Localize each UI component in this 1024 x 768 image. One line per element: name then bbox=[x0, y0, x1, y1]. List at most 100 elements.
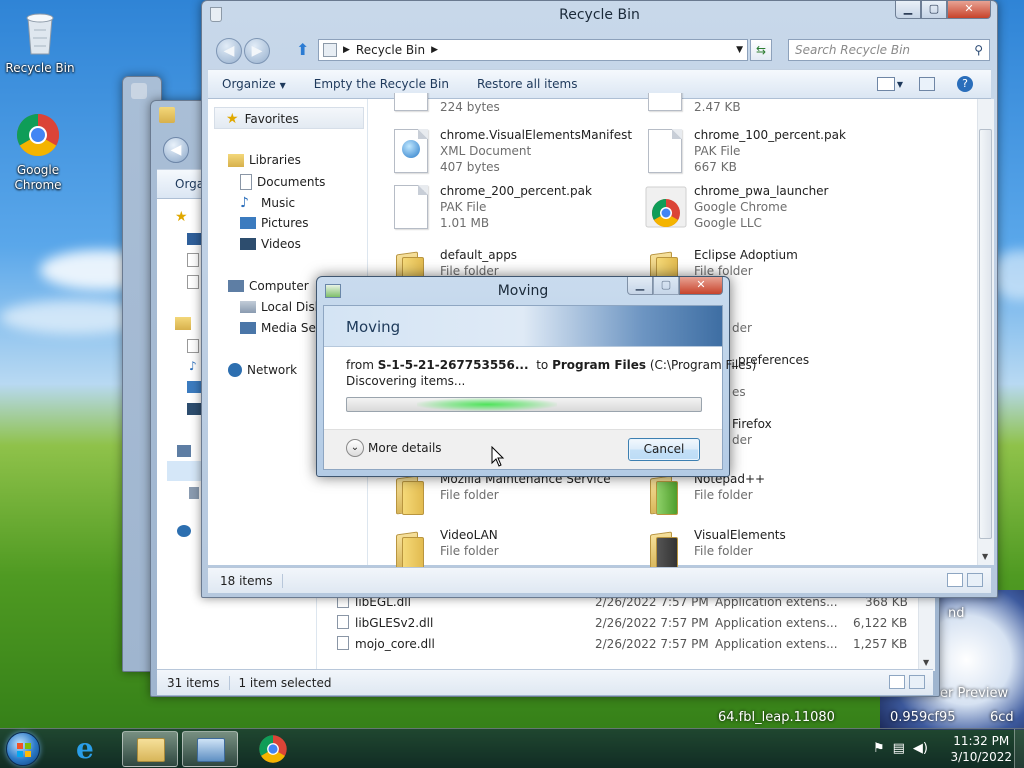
refresh-button[interactable]: ⇆ bbox=[750, 39, 772, 61]
watermark-line3: 0.959cf95 bbox=[890, 710, 956, 725]
scroll-down-arrow[interactable]: ▼ bbox=[982, 552, 988, 561]
network-icon bbox=[177, 525, 191, 537]
windows-logo-icon bbox=[17, 743, 31, 757]
empty-recycle-bin-button[interactable]: Empty the Recycle Bin bbox=[300, 77, 463, 91]
list-item[interactable]: chrome_100_percent.pak PAK File 667 KB bbox=[644, 127, 894, 179]
chevron-down-icon[interactable]: ▼ bbox=[897, 80, 903, 89]
watermark-line2: 64.fbl_leap.11080 bbox=[718, 710, 835, 725]
taskbar-chrome[interactable] bbox=[246, 731, 302, 767]
tiles-view-icon[interactable] bbox=[909, 675, 925, 689]
organize-menu[interactable]: Organize ▼ bbox=[208, 77, 300, 91]
maximize-button: ▢ bbox=[653, 277, 679, 295]
back-button[interactable]: ◀ bbox=[163, 137, 189, 163]
file-icon bbox=[187, 275, 199, 289]
list-item[interactable]: chrome_pwa_launcher Google Chrome Google L… bbox=[644, 183, 894, 235]
table-row[interactable]: libGLESv2.dll 2/26/2022 7:57 PM Applicat… bbox=[317, 612, 935, 633]
breadcrumb[interactable]: Recycle Bin bbox=[356, 43, 425, 57]
internet-explorer-icon: e bbox=[76, 732, 94, 765]
view-options-icon[interactable] bbox=[877, 77, 895, 91]
start-button[interactable] bbox=[6, 732, 40, 766]
nav-favorites[interactable]: ★ Favorites bbox=[226, 111, 299, 127]
chevron-down-icon[interactable]: ⌄ bbox=[346, 439, 364, 457]
dialog-footer: ⌄ More details Cancel bbox=[324, 429, 722, 469]
up-arrow-icon[interactable]: ⬆ bbox=[296, 40, 309, 59]
file-size: 6,122 KB bbox=[853, 615, 908, 630]
recycle-bin-icon bbox=[26, 13, 54, 55]
file-icon bbox=[394, 185, 428, 229]
help-icon[interactable]: ? bbox=[957, 76, 973, 92]
desktop-icon-chrome[interactable]: Google Chrome bbox=[0, 112, 76, 193]
videos-icon bbox=[240, 238, 256, 250]
cancel-button[interactable]: Cancel bbox=[628, 438, 700, 461]
taskbar-internet-explorer[interactable]: e bbox=[62, 731, 118, 767]
nav-network[interactable]: Network bbox=[228, 363, 297, 377]
taskbar-control-panel[interactable] bbox=[182, 731, 238, 767]
nav-libraries[interactable]: Libraries bbox=[228, 153, 301, 167]
minimize-button[interactable]: ▁ bbox=[895, 1, 921, 19]
tiles-view-icon[interactable] bbox=[967, 573, 983, 587]
details-view-icon[interactable] bbox=[889, 675, 905, 689]
close-button[interactable]: ✕ bbox=[679, 277, 723, 295]
chevron-down-icon[interactable]: ▼ bbox=[736, 45, 743, 55]
nav-local-disk[interactable]: Local Disk bbox=[240, 300, 322, 314]
file-name: mojo_core.dll bbox=[355, 636, 435, 651]
nav-music[interactable]: ♪ Music bbox=[240, 195, 295, 211]
folder-icon bbox=[137, 738, 165, 762]
volume-icon[interactable]: ◀) bbox=[913, 741, 928, 756]
status-item-count: 31 items bbox=[167, 675, 220, 690]
list-item[interactable]: Mozilla Maintenance Service File folder bbox=[390, 471, 640, 523]
forward-button[interactable]: ▶ bbox=[244, 38, 270, 64]
list-item[interactable]: 224 bytes bbox=[390, 93, 640, 121]
list-item[interactable]: chrome.VisualElementsManifest XML Documen… bbox=[390, 127, 640, 179]
moving-dialog[interactable]: Moving ▁ ▢ ✕ Moving from S-1-5-21-267753… bbox=[316, 276, 756, 477]
address-bar[interactable]: ▶ Recycle Bin ▶ ▼ bbox=[318, 39, 748, 61]
desktop-icon-label: Recycle Bin bbox=[5, 61, 75, 75]
nav-videos[interactable]: Videos bbox=[240, 237, 301, 251]
search-placeholder: Search Recycle Bin bbox=[795, 43, 911, 57]
search-input[interactable]: Search Recycle Bin ⚲ bbox=[788, 39, 990, 61]
maximize-button[interactable]: ▢ bbox=[921, 1, 947, 19]
desktop-icon-label: Google Chrome bbox=[14, 163, 62, 192]
flag-icon[interactable]: ⚑ bbox=[873, 741, 885, 756]
file-date: 2/26/2022 7:57 PM bbox=[595, 615, 709, 630]
scrollbar-thumb[interactable] bbox=[979, 129, 992, 539]
back-button[interactable]: ◀ bbox=[216, 38, 242, 64]
pictures-icon bbox=[187, 381, 201, 393]
breadcrumb-chevron-icon: ▶ bbox=[431, 45, 439, 55]
more-details-toggle[interactable]: ⌄ More details bbox=[346, 439, 442, 457]
nav-pictures[interactable]: Pictures bbox=[240, 216, 309, 230]
caption-buttons: ▁ ▢ ✕ bbox=[895, 1, 991, 19]
file-icon bbox=[648, 129, 682, 173]
desktop-icon-recycle-bin[interactable]: Recycle Bin bbox=[2, 8, 78, 75]
list-item[interactable]: 2.47 KB bbox=[644, 93, 894, 121]
window-title: Recycle Bin bbox=[559, 7, 640, 23]
nav-documents[interactable]: Documents bbox=[240, 174, 325, 190]
list-item[interactable]: Notepad++ File folder bbox=[644, 471, 894, 523]
list-item[interactable]: chrome_200_percent.pak PAK File 1.01 MB bbox=[390, 183, 640, 235]
details-view-icon[interactable] bbox=[947, 573, 963, 587]
restore-all-items-button[interactable]: Restore all items bbox=[463, 77, 592, 91]
scroll-down-arrow[interactable]: ▼ bbox=[923, 658, 929, 667]
nav-computer[interactable]: Computer bbox=[228, 279, 309, 293]
organize-menu[interactable]: Orga bbox=[157, 169, 207, 199]
dll-icon bbox=[337, 615, 349, 629]
table-row[interactable]: mojo_core.dll 2/26/2022 7:57 PM Applicat… bbox=[317, 633, 935, 654]
clock-date: 3/10/2022 bbox=[950, 750, 1012, 764]
file-icon bbox=[394, 93, 428, 111]
nav-media-server[interactable]: Media Serv bbox=[240, 321, 328, 335]
vertical-scrollbar[interactable]: ▼ bbox=[977, 99, 994, 565]
minimize-button[interactable]: ▁ bbox=[627, 277, 653, 295]
search-icon[interactable]: ⚲ bbox=[974, 43, 983, 57]
progress-bar bbox=[346, 397, 702, 412]
xml-document-icon bbox=[394, 129, 428, 173]
status-text: Discovering items... bbox=[346, 374, 466, 388]
preview-pane-icon[interactable] bbox=[919, 77, 935, 91]
taskbar-explorer[interactable] bbox=[122, 731, 178, 767]
network-icon[interactable]: ▤ bbox=[893, 741, 905, 756]
clock[interactable]: 11:32 PM 3/10/2022 bbox=[950, 733, 1012, 765]
close-button[interactable]: ✕ bbox=[947, 1, 991, 19]
status-item-count: 18 items bbox=[208, 573, 284, 588]
folder-icon bbox=[646, 475, 684, 515]
show-desktop-button[interactable] bbox=[1014, 729, 1024, 768]
file-date: 2/26/2022 7:57 PM bbox=[595, 636, 709, 651]
